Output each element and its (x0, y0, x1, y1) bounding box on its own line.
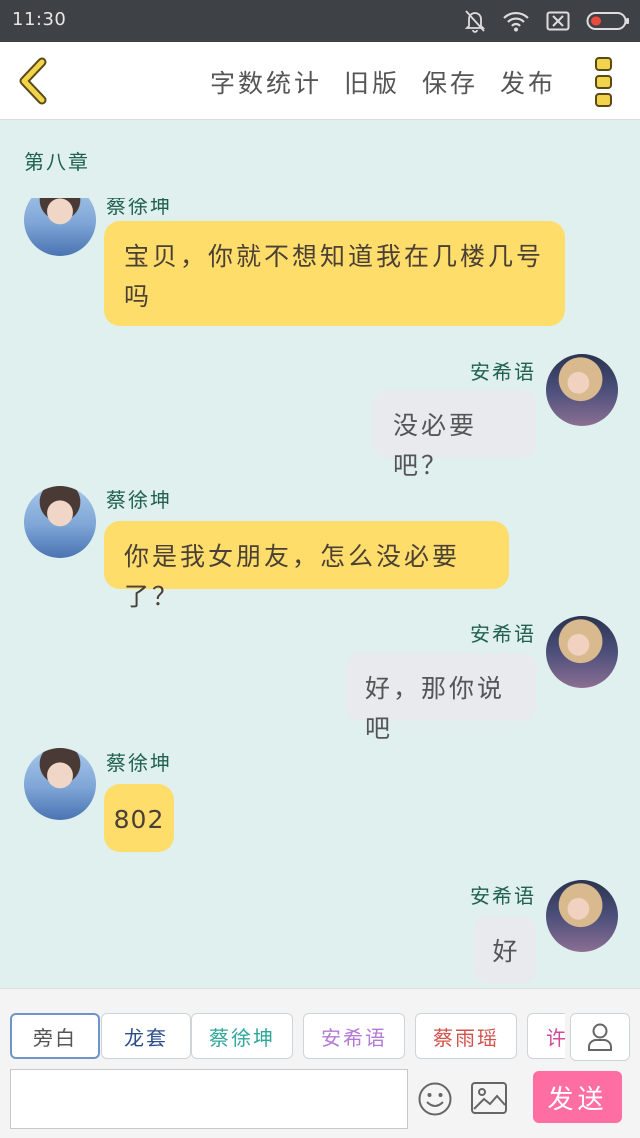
input-panel: 旁白 龙套 蔡徐坤 安希语 蔡雨瑶 许 发送 (0, 988, 640, 1138)
message-bubble[interactable]: 好 (473, 916, 537, 984)
scroll-fade (0, 176, 640, 198)
avatar[interactable] (546, 880, 618, 952)
status-icons (464, 8, 630, 34)
avatar[interactable] (546, 354, 618, 426)
send-button[interactable]: 发送 (533, 1071, 622, 1123)
person-glyph (588, 1023, 612, 1051)
avatar[interactable] (24, 748, 96, 820)
publish-link[interactable]: 发布 (500, 64, 556, 100)
person-icon[interactable] (570, 1013, 630, 1061)
character-button-anxiyu[interactable]: 安希语 (303, 1013, 405, 1059)
smiley-icon[interactable] (417, 1081, 453, 1117)
message-bubble[interactable]: 你是我女朋友，怎么没必要了？ (104, 521, 509, 611)
speaker-name: 安希语 (470, 622, 536, 646)
chat-area[interactable]: 第八章 蔡徐坤 宝贝，你就不想知道我在几楼几号吗 安希语 没必要吧？ 蔡徐坤 你… (0, 120, 640, 988)
character-button-caiyuyao[interactable]: 蔡雨瑶 (415, 1013, 517, 1059)
message-bubble[interactable]: 802 (104, 784, 174, 852)
status-time: 11:30 (12, 9, 67, 30)
status-bar: 11:30 (0, 0, 640, 42)
vertical-dots-icon[interactable] (592, 56, 616, 108)
speaker-name: 安希语 (470, 360, 536, 384)
speaker-name: 蔡徐坤 (106, 488, 172, 512)
character-button-narration[interactable]: 旁白 (10, 1013, 100, 1059)
chapter-title: 第八章 (24, 150, 90, 174)
wifi-icon (503, 11, 529, 32)
header-menu: 字数统计 旧版 保存 发布 (210, 64, 556, 100)
speaker-name: 安希语 (470, 884, 536, 908)
message-bubble[interactable]: 宝贝，你就不想知道我在几楼几号吗 (104, 221, 565, 326)
avatar[interactable] (24, 486, 96, 558)
message-input[interactable] (10, 1069, 408, 1129)
old-version-link[interactable]: 旧版 (344, 64, 400, 100)
bell-off-icon (464, 10, 486, 33)
sim-x-icon (546, 11, 570, 31)
chevron-left-icon[interactable] (12, 56, 56, 106)
character-button-caixukun[interactable]: 蔡徐坤 (191, 1013, 293, 1059)
character-button-xu[interactable]: 许 (527, 1013, 565, 1059)
save-link[interactable]: 保存 (422, 64, 478, 100)
message-bubble[interactable]: 好，那你说吧 (345, 653, 537, 743)
battery-icon (586, 12, 629, 30)
message-bubble[interactable]: 没必要吧？ (373, 390, 537, 480)
avatar[interactable] (546, 616, 618, 688)
speaker-name: 蔡徐坤 (106, 751, 172, 775)
character-button-extra[interactable]: 龙套 (101, 1013, 191, 1059)
image-icon[interactable] (470, 1081, 508, 1115)
editor-header: 字数统计 旧版 保存 发布 (0, 42, 640, 120)
character-selector: 旁白 龙套 蔡徐坤 安希语 蔡雨瑶 许 (10, 1013, 565, 1061)
word-count-link[interactable]: 字数统计 (210, 64, 322, 100)
